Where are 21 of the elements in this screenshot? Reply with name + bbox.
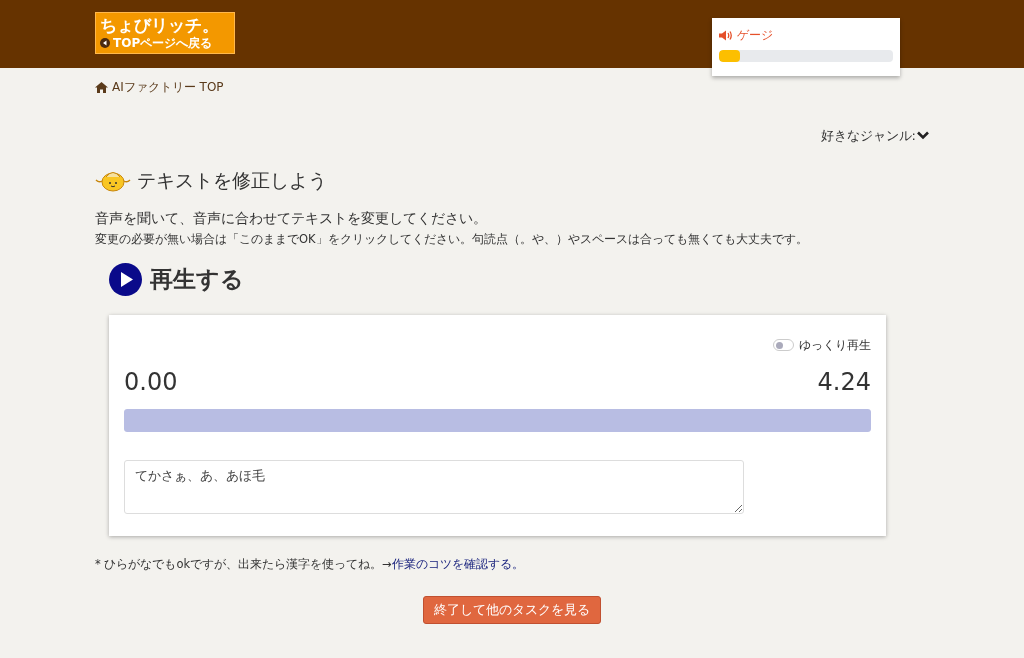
footnote-text: * ひらがなでもokですが、出来たら漢字を使ってね。→作業のコツを確認する。 [95,555,525,573]
answer-field[interactable]: てかさぁ、あ、あほ毛 [124,460,744,514]
logo-back-text: TOPページへ戻る [113,36,213,50]
gauge-label: ゲージ [737,27,773,44]
back-arrow-icon [100,38,110,48]
slow-playback-toggle[interactable] [773,339,794,352]
start-time: 0.00 [124,367,178,398]
tips-link[interactable]: 作業のコツを確認する。 [391,556,524,571]
instruction-text: 音声を聞いて、音声に合わせてテキストを変更してください。 [95,209,488,228]
note-text: 変更の必要が無い場合は「このままでOK」をクリックしてください。句読点（。や、）やスペースは合っても無くても大丈夫です。 [95,231,809,248]
home-icon [95,81,108,93]
chevron-icon [917,131,929,141]
slow-playback-label: ゆっくり再生 [799,336,871,354]
play-icon [109,263,142,296]
genre-dropdown[interactable]: 好きなジャンル: [820,126,929,146]
play-button[interactable]: 再生する [109,262,244,297]
speaker-icon [719,29,732,41]
end-time: 4.24 [817,367,871,398]
page-title: テキストを修正しよう [137,167,327,193]
breadcrumb-link[interactable]: AIファクトリー TOP [95,78,224,96]
logo-title: ちょびリッチ。 [100,14,220,36]
